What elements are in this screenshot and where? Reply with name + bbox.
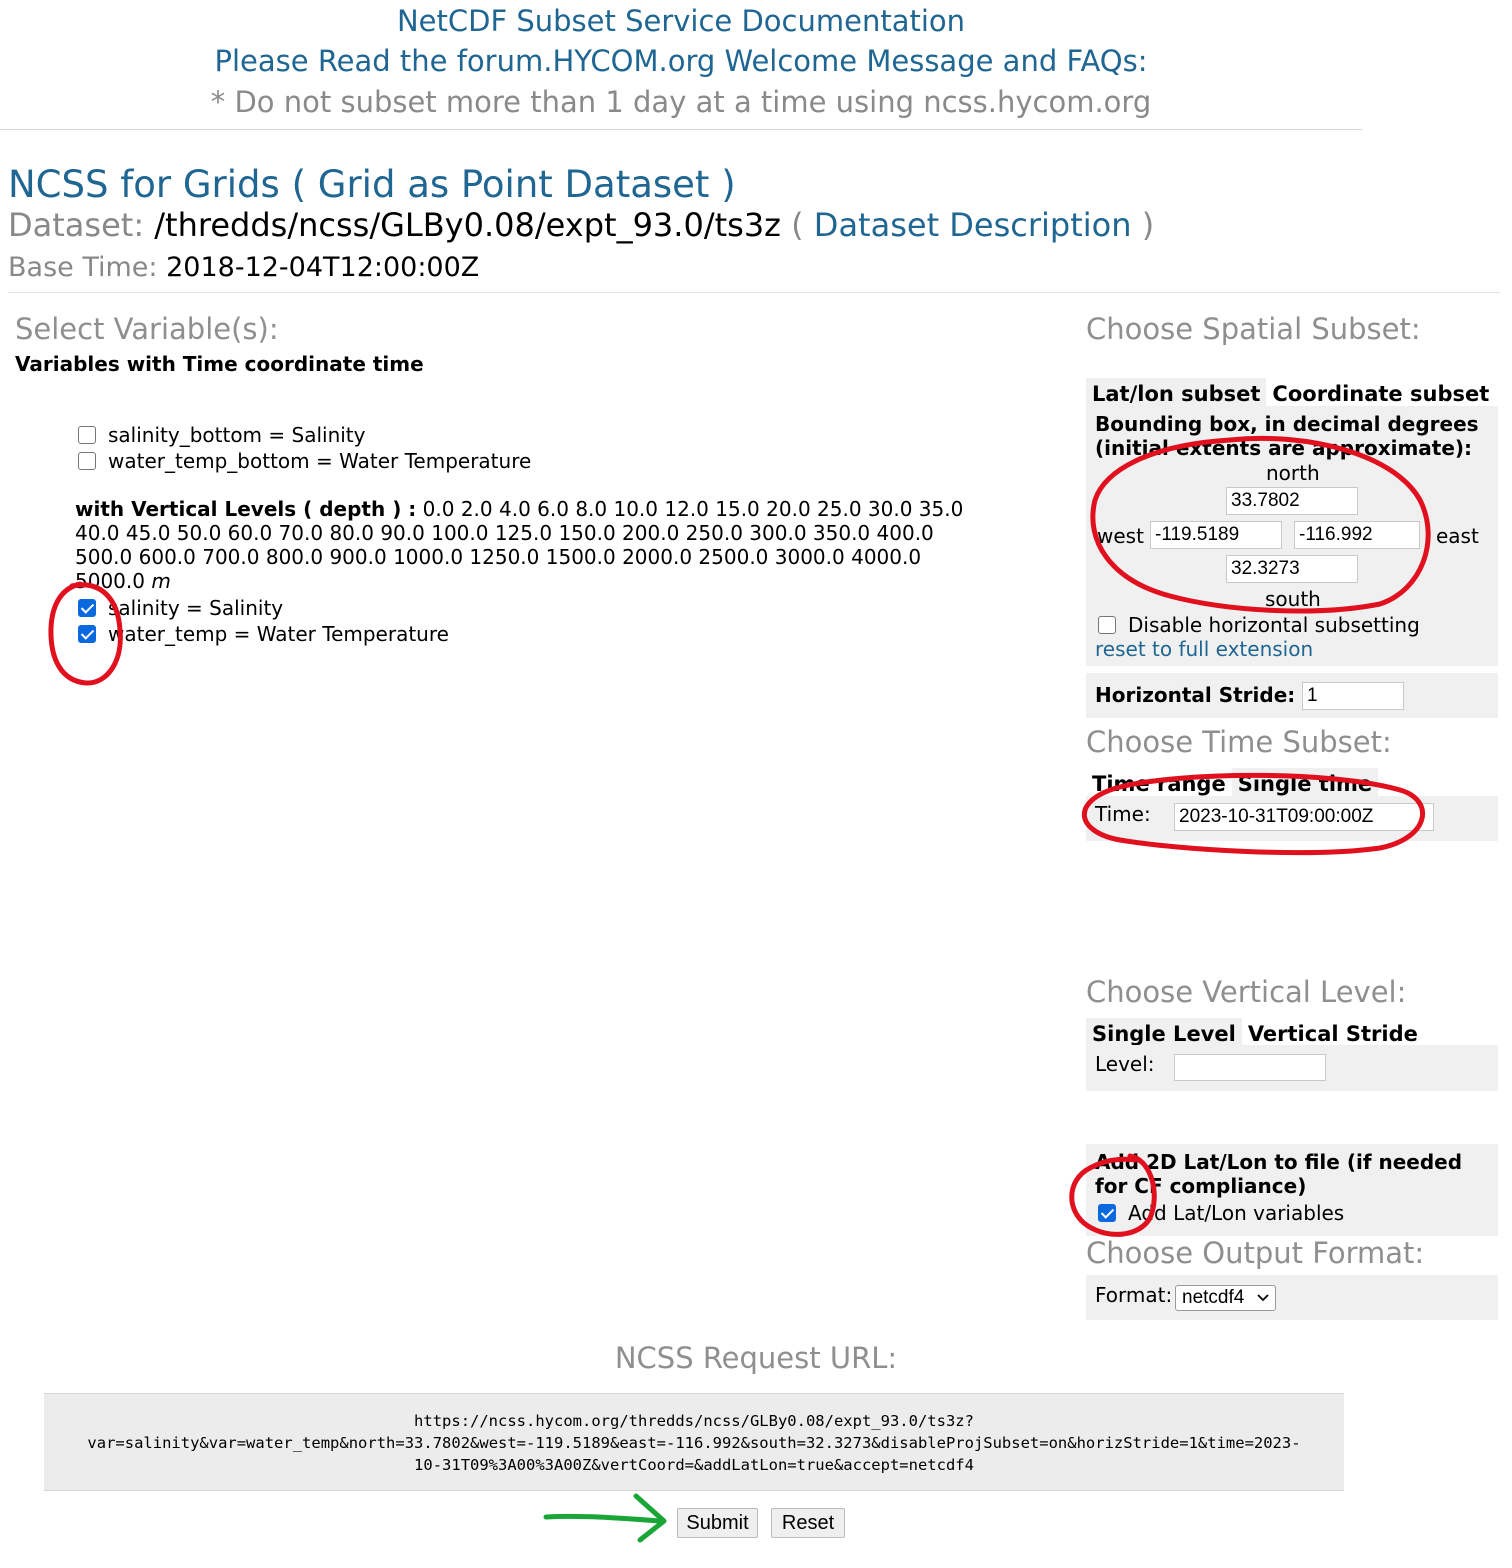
base-time-line: Base Time: 2018-12-04T12:00:00Z xyxy=(8,252,480,283)
variable-option-water-temp[interactable]: water_temp = Water Temperature xyxy=(78,622,449,646)
forum-welcome-link[interactable]: Please Read the forum.HYCOM.org Welcome … xyxy=(0,44,1362,78)
north-label: north xyxy=(1266,461,1320,485)
salinity-bottom-label: salinity_bottom = Salinity xyxy=(108,423,366,447)
tab-single-time[interactable]: Single time xyxy=(1231,768,1379,798)
ncss-documentation-link[interactable]: NetCDF Subset Service Documentation xyxy=(0,4,1362,38)
format-selected-value: netcdf4 xyxy=(1182,1287,1245,1308)
time-subset-heading: Choose Time Subset: xyxy=(1086,725,1392,759)
variable-option-salinity-bottom[interactable]: salinity_bottom = Salinity xyxy=(78,423,365,447)
add-latlon-checkbox[interactable] xyxy=(1098,1204,1116,1222)
variable-option-salinity[interactable]: salinity = Salinity xyxy=(78,596,283,620)
horizontal-stride-label: Horizontal Stride: xyxy=(1095,683,1296,707)
add-latlon-title: Add 2D Lat/Lon to file (if needed for CF… xyxy=(1095,1150,1463,1198)
dataset-line: Dataset: /thredds/ncss/GLBy0.08/expt_93.… xyxy=(8,206,1155,244)
add-latlon-label: Add Lat/Lon variables xyxy=(1128,1201,1345,1225)
select-variables-heading: Select Variable(s): xyxy=(15,312,279,346)
east-input[interactable]: -116.992 xyxy=(1294,521,1420,549)
south-input[interactable]: 32.3273 xyxy=(1226,555,1358,583)
vertical-levels-title: with Vertical Levels ( depth ) : xyxy=(75,497,417,521)
request-url-line-1: https://ncss.hycom.org/thredds/ncss/GLBy… xyxy=(414,1412,974,1430)
base-time-value: 2018-12-04T12:00:00Z xyxy=(166,252,480,283)
water-temp-checkbox[interactable] xyxy=(78,625,96,643)
output-format-heading: Choose Output Format: xyxy=(1086,1236,1425,1270)
south-label: south xyxy=(1265,587,1321,611)
green-arrowhead xyxy=(633,1493,667,1543)
disable-horizontal-subsetting-checkbox[interactable] xyxy=(1098,616,1116,634)
dataset-description-link[interactable]: Dataset Description xyxy=(814,206,1132,244)
west-input[interactable]: -119.5189 xyxy=(1150,521,1282,549)
water-temp-label: water_temp = Water Temperature xyxy=(108,622,449,646)
east-label: east xyxy=(1436,524,1479,548)
request-url-box: https://ncss.hycom.org/thredds/ncss/GLBy… xyxy=(44,1393,1344,1491)
add-latlon-option[interactable]: Add Lat/Lon variables xyxy=(1098,1201,1344,1225)
horizontal-stride-input[interactable]: 1 xyxy=(1302,682,1404,710)
spatial-subset-tabs: Lat/lon subset Coordinate subset xyxy=(1086,378,1496,408)
reset-full-extension-link[interactable]: reset to full extension xyxy=(1095,637,1313,661)
vertical-level-heading: Choose Vertical Level: xyxy=(1086,975,1407,1009)
level-label: Level: xyxy=(1095,1052,1155,1076)
green-arrow-to-submit xyxy=(543,1513,663,1524)
level-input[interactable] xyxy=(1174,1054,1326,1081)
tab-time-range[interactable]: Time range xyxy=(1086,768,1232,798)
water-temp-bottom-checkbox[interactable] xyxy=(78,452,96,470)
format-label: Format: xyxy=(1095,1283,1173,1307)
subset-warning-note: * Do not subset more than 1 day at a tim… xyxy=(210,85,1152,119)
disable-horizontal-subsetting-label: Disable horizontal subsetting xyxy=(1128,613,1420,637)
west-label: west xyxy=(1097,524,1144,548)
header-divider xyxy=(8,292,1500,293)
request-url-line-2: var=salinity&var=water_temp&north=33.780… xyxy=(87,1434,1301,1452)
spatial-subset-heading: Choose Spatial Subset: xyxy=(1086,312,1421,346)
request-url-line-3: 10-31T09%3A00%3A00Z&vertCoord=&addLatLon… xyxy=(414,1456,974,1474)
time-input[interactable]: 2023-10-31T09:00:00Z xyxy=(1174,803,1434,831)
salinity-label: salinity = Salinity xyxy=(108,596,284,620)
request-url-heading: NCSS Request URL: xyxy=(614,1341,898,1375)
tab-coordinate-subset[interactable]: Coordinate subset xyxy=(1266,378,1496,408)
vertical-levels-unit: m xyxy=(151,569,171,593)
disable-horizontal-subsetting-option[interactable]: Disable horizontal subsetting xyxy=(1098,613,1420,637)
north-input[interactable]: 33.7802 xyxy=(1226,487,1358,515)
grid-as-point-link[interactable]: Grid as Point Dataset xyxy=(318,163,710,206)
submit-button[interactable]: Submit xyxy=(677,1508,758,1538)
dataset-path: /thredds/ncss/GLBy0.08/expt_93.0/ts3z xyxy=(154,206,781,244)
tab-latlon-subset[interactable]: Lat/lon subset xyxy=(1086,378,1267,408)
time-variables-group-title: Variables with Time coordinate time xyxy=(15,352,424,376)
banner-divider xyxy=(0,129,1362,130)
salinity-bottom-checkbox[interactable] xyxy=(78,426,96,444)
chevron-down-icon xyxy=(1257,1294,1269,1302)
format-select[interactable]: netcdf4 xyxy=(1175,1285,1276,1311)
tab-single-level[interactable]: Single Level xyxy=(1086,1018,1242,1048)
salinity-checkbox[interactable] xyxy=(78,599,96,617)
time-subset-tabs: Time range Single time xyxy=(1086,768,1379,798)
bounding-box-title: Bounding box, in decimal degrees (initia… xyxy=(1095,412,1479,460)
time-label: Time: xyxy=(1095,802,1151,826)
reset-button[interactable]: Reset xyxy=(771,1508,845,1538)
page-title: NCSS for Grids ( Grid as Point Dataset ) xyxy=(8,163,736,206)
variable-option-water-temp-bottom[interactable]: water_temp_bottom = Water Temperature xyxy=(78,449,531,473)
vertical-level-tabs: Single Level Vertical Stride xyxy=(1086,1018,1424,1048)
tab-vertical-stride[interactable]: Vertical Stride xyxy=(1241,1018,1424,1048)
vertical-levels-list: with Vertical Levels ( depth ) : 0.0 2.0… xyxy=(75,497,995,593)
water-temp-bottom-label: water_temp_bottom = Water Temperature xyxy=(108,449,532,473)
